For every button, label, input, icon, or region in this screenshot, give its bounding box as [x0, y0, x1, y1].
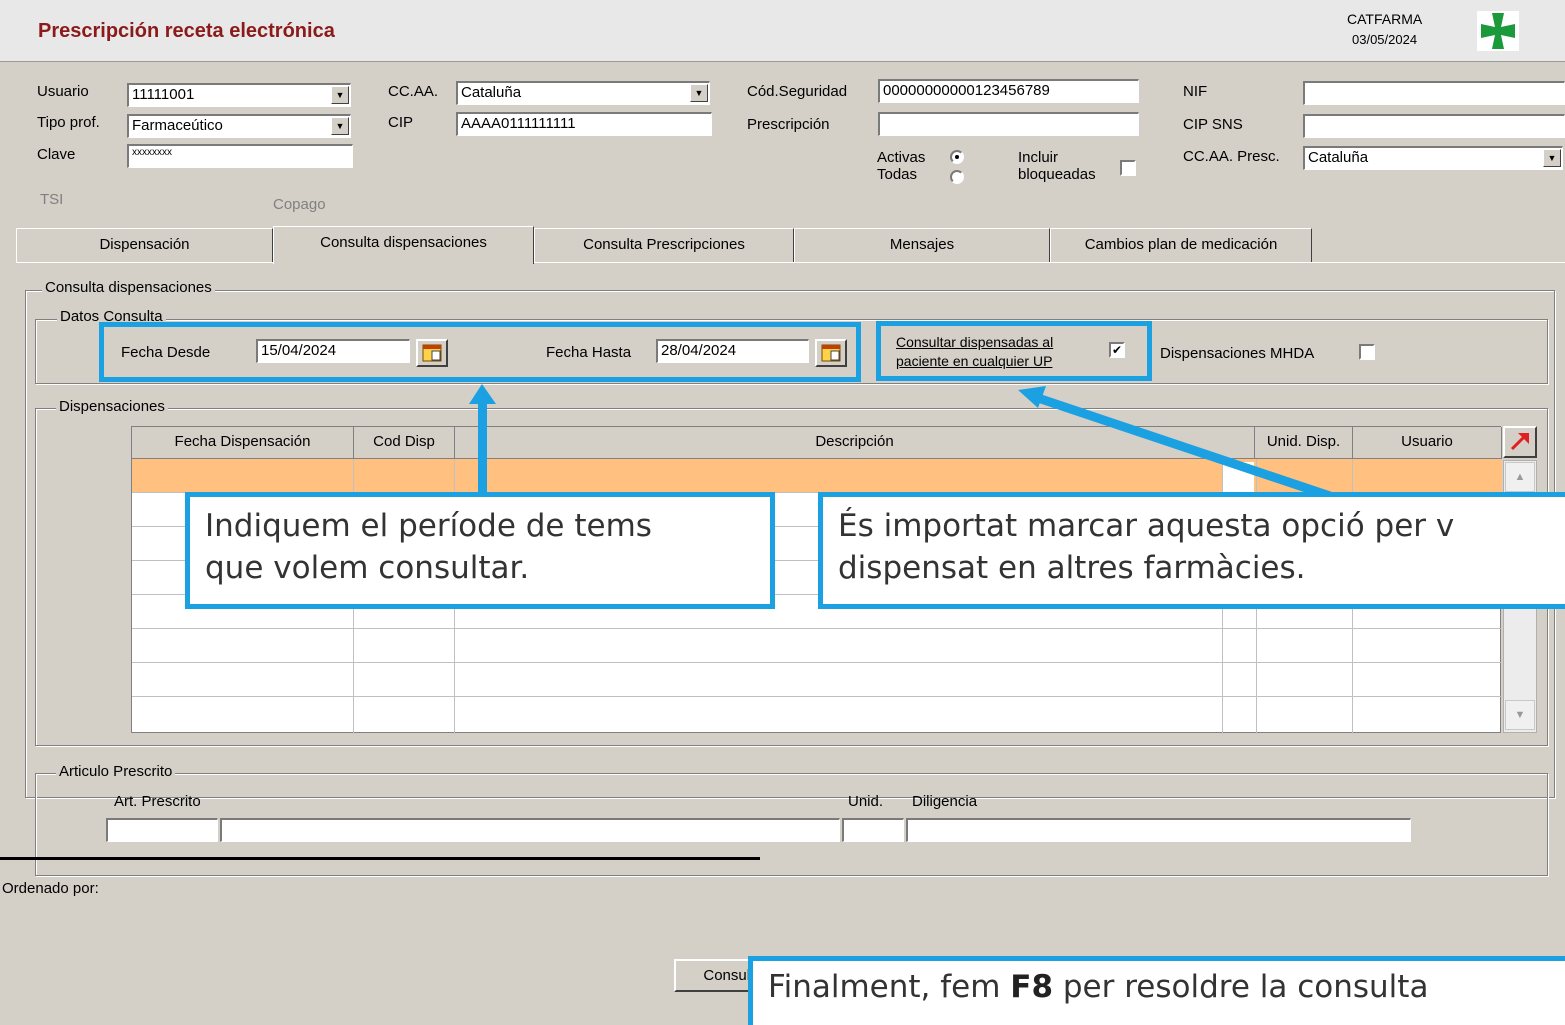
f8-key: F8 [1010, 969, 1054, 1005]
final-callout: Finalment, fem F8 per resoldre la consul… [748, 956, 1565, 1025]
opcio-callout-line-1: És importat marcar aquesta opció per v [838, 508, 1455, 544]
final-callout-post: per resoldre la consulta [1053, 969, 1429, 1005]
final-callout-pre: Finalment, fem [768, 969, 1011, 1005]
opcio-callout-line-2: dispensat en altres farmàcies. [838, 550, 1306, 586]
periode-callout: Indiquem el període de tems que volem co… [185, 492, 775, 609]
tab-consulta-dispensaciones[interactable]: Consulta dispensaciones [273, 226, 534, 264]
opcio-callout: És importat marcar aquesta opció per v d… [818, 492, 1565, 609]
